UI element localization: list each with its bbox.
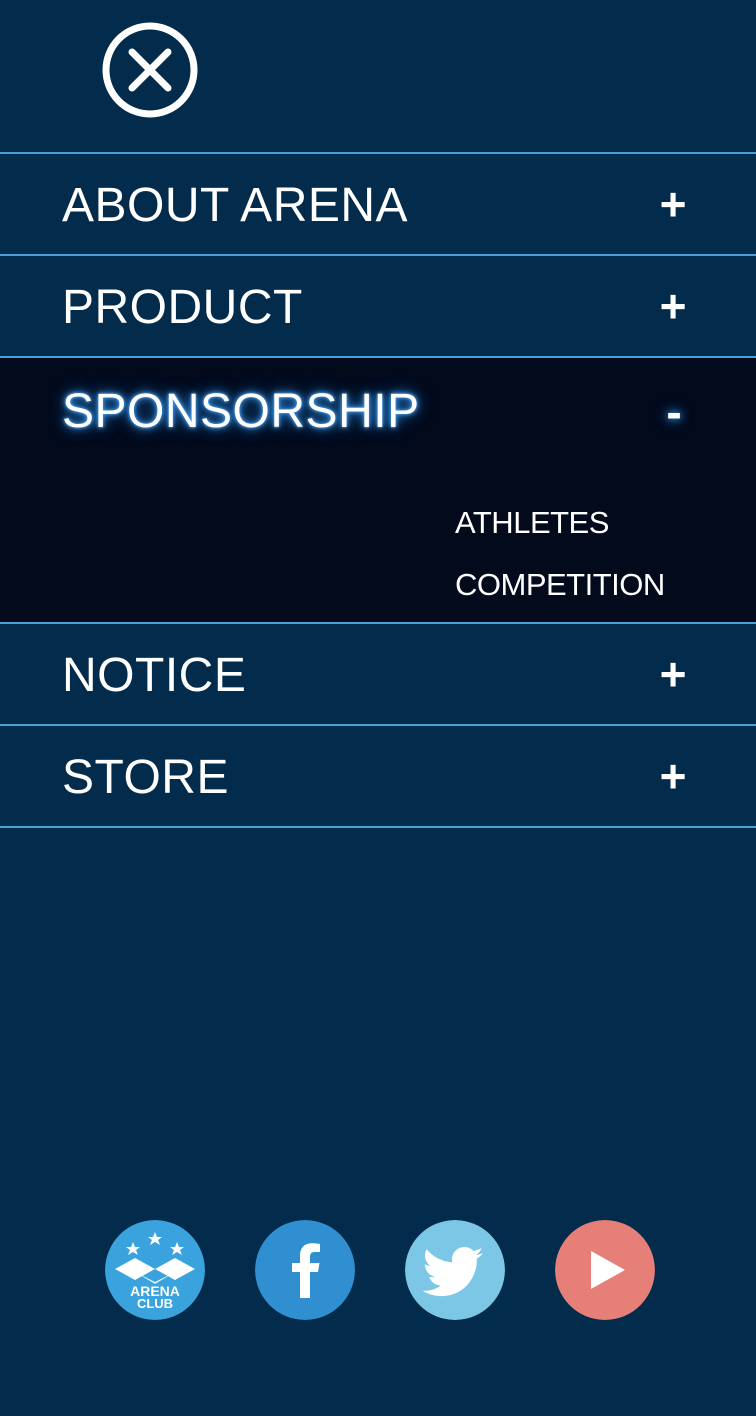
submenu-link-competition[interactable]: COMPETITION [455, 554, 665, 616]
social-links: ARENA CLUB [105, 1220, 665, 1320]
submenu: ATHLETES COMPETITION [455, 492, 665, 616]
close-circle-icon [102, 22, 198, 118]
twitter-icon [405, 1220, 505, 1320]
twitter-link[interactable] [405, 1220, 505, 1320]
menu-item-product[interactable]: PRODUCT + [0, 256, 756, 358]
close-button[interactable] [101, 21, 199, 119]
collapse-toggle[interactable]: - [651, 382, 697, 442]
youtube-play-icon [555, 1220, 655, 1320]
submenu-link-athletes[interactable]: ATHLETES [455, 492, 665, 554]
menu-item-label: PRODUCT [62, 281, 303, 334]
arena-club-link[interactable]: ARENA CLUB [105, 1220, 205, 1320]
menu-item-store[interactable]: STORE + [0, 726, 756, 828]
menu-item-label: NOTICE [62, 649, 247, 702]
facebook-icon [255, 1220, 355, 1320]
menu-item-label: SPONSORSHIP [62, 385, 420, 438]
menu-item-notice[interactable]: NOTICE + [0, 624, 756, 726]
menu-item-label: ABOUT ARENA [62, 179, 409, 232]
navigation-menu: ABOUT ARENA + PRODUCT + SPONSORSHIP - AT… [0, 152, 756, 828]
expand-toggle[interactable]: + [650, 276, 696, 336]
menu-item-about-arena[interactable]: ABOUT ARENA + [0, 154, 756, 256]
facebook-link[interactable] [255, 1220, 355, 1320]
arena-club-logo-text: CLUB [137, 1296, 173, 1311]
arena-club-icon: ARENA CLUB [105, 1220, 205, 1320]
menu-item-label: STORE [62, 751, 229, 804]
expand-toggle[interactable]: + [650, 174, 696, 234]
expand-toggle[interactable]: + [650, 644, 696, 704]
youtube-link[interactable] [555, 1220, 655, 1320]
menu-item-sponsorship[interactable]: SPONSORSHIP - ATHLETES COMPETITION [0, 358, 756, 624]
expand-toggle[interactable]: + [650, 746, 696, 806]
